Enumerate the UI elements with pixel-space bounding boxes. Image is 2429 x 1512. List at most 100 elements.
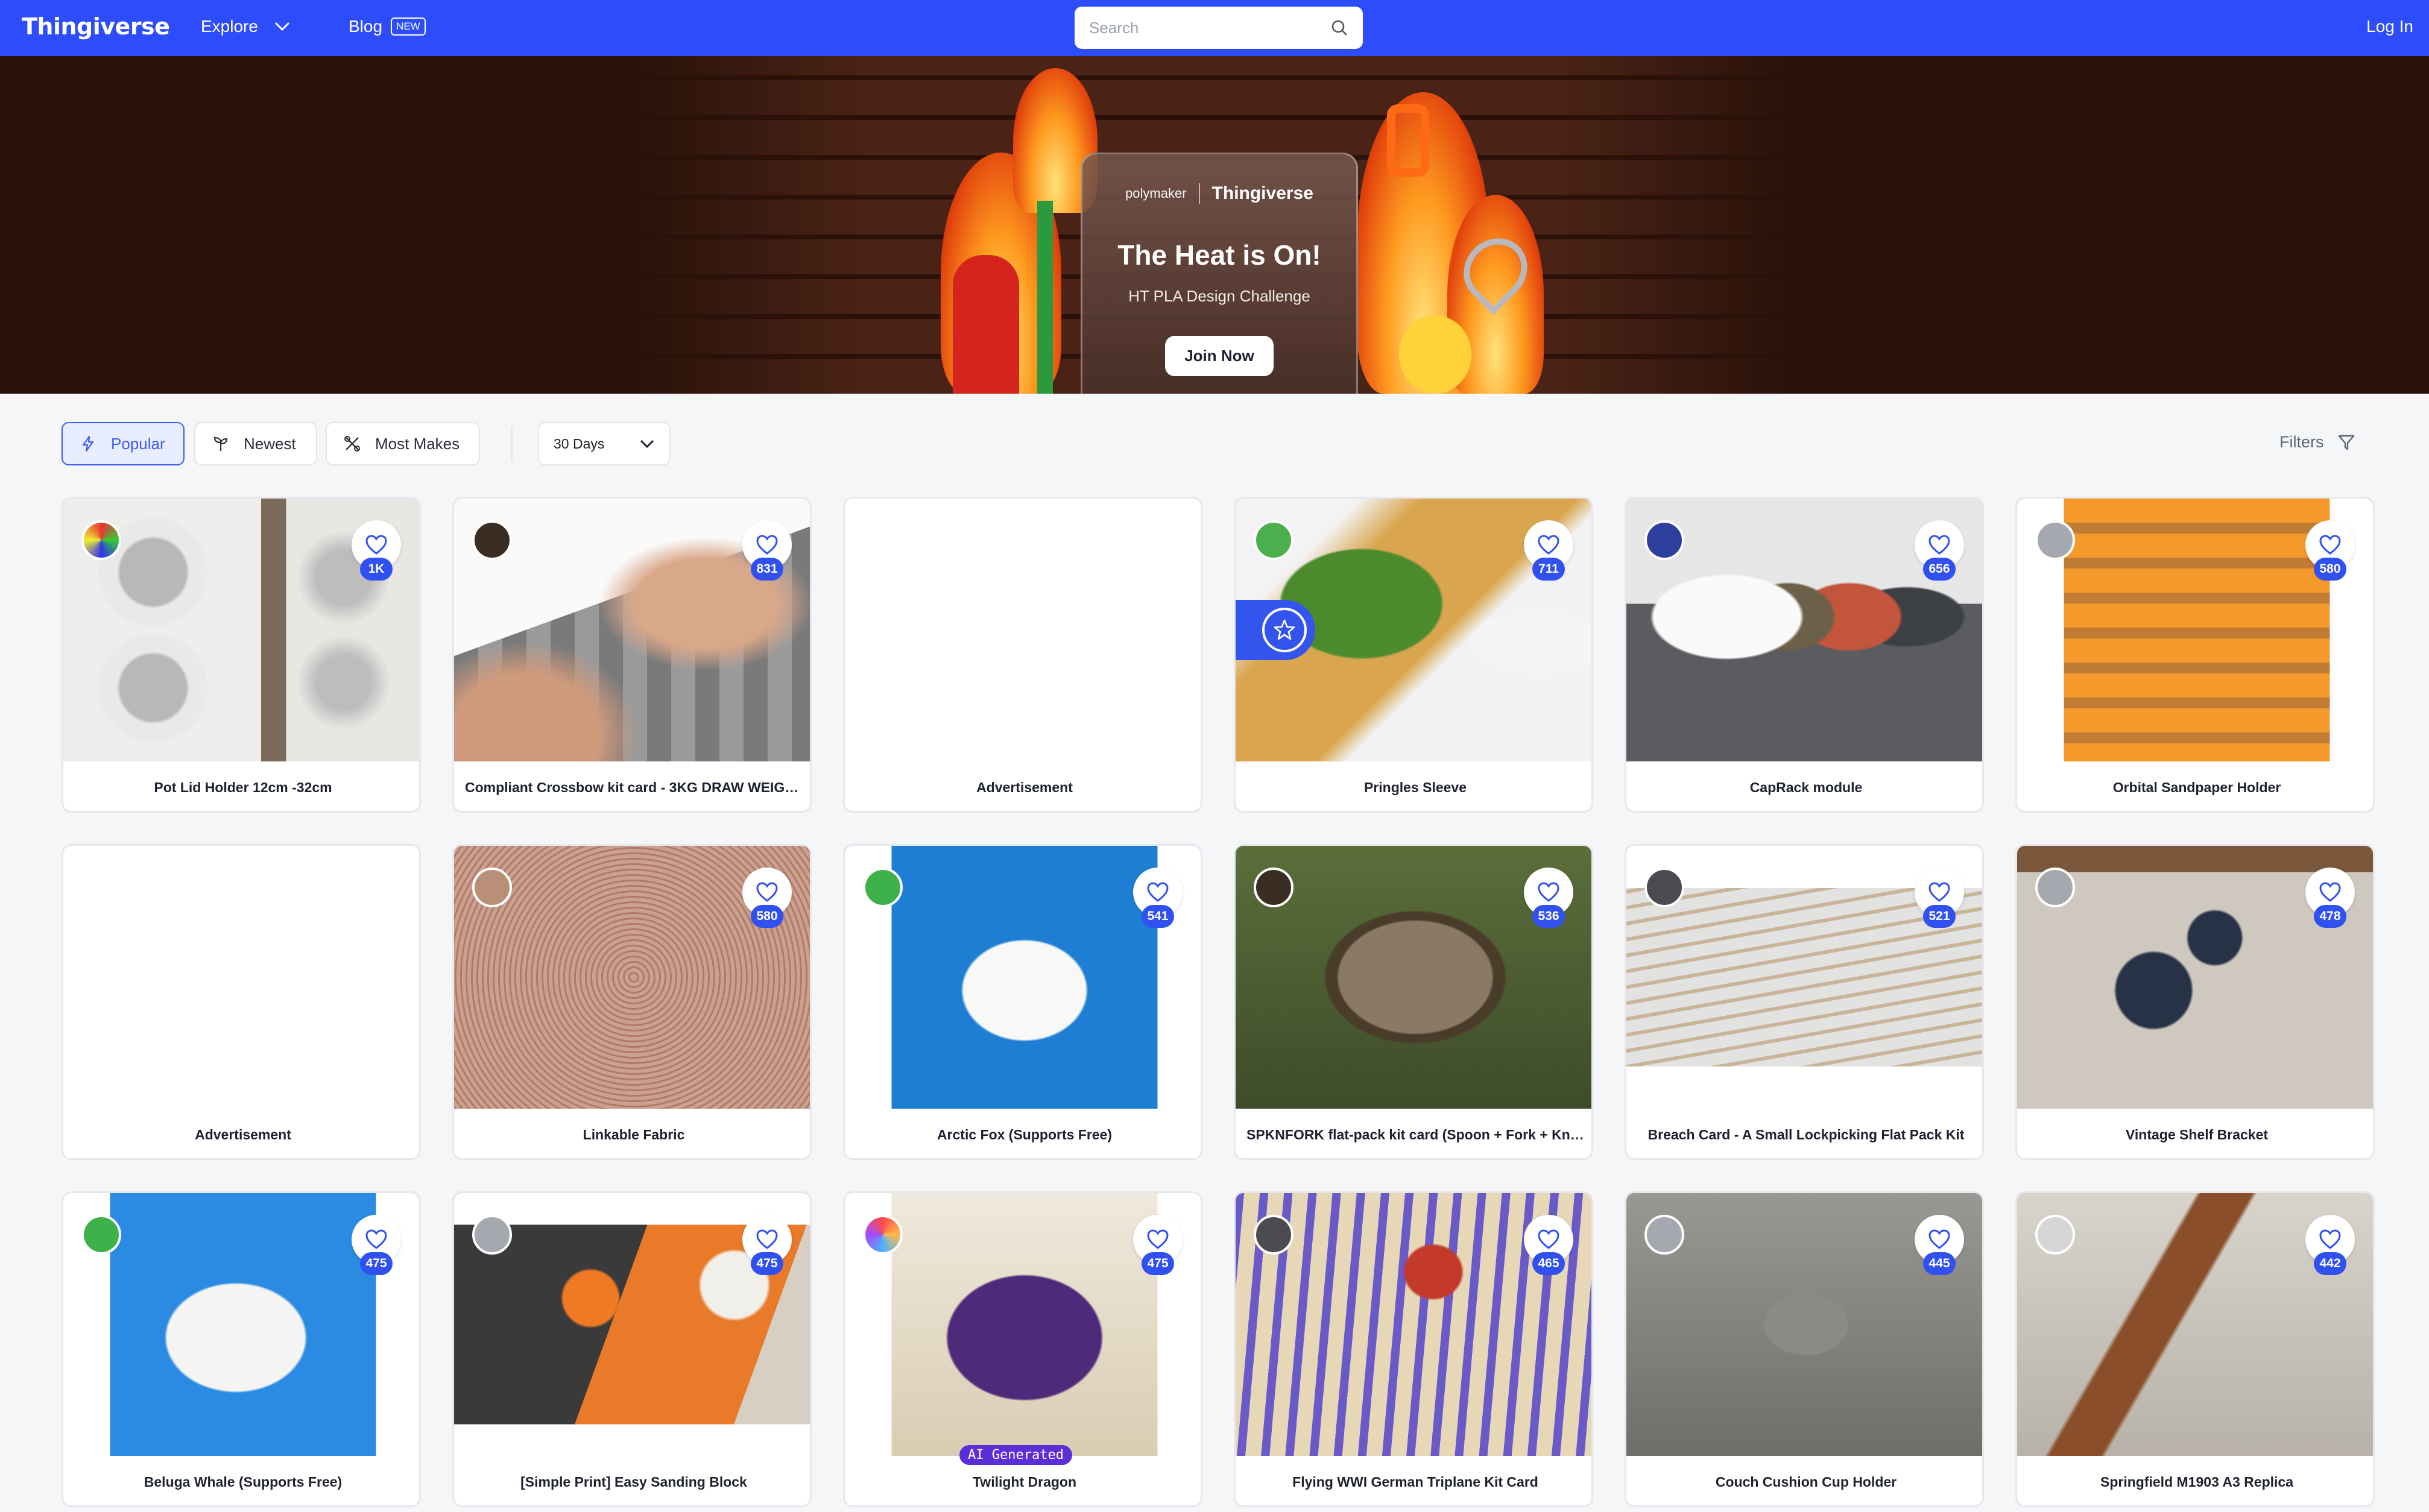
creator-avatar[interactable] [1644, 520, 1684, 560]
thing-card[interactable]: 711 Pringles Sleeve [1234, 497, 1593, 813]
thing-card[interactable]: 445 Couch Cushion Cup Holder [1625, 1191, 1984, 1507]
thing-card[interactable]: 442 Springfield M1903 A3 Replica [2015, 1191, 2375, 1507]
thing-title[interactable]: Twilight Dragon [845, 1474, 1201, 1490]
thing-card[interactable]: 536 SPKNFORK flat-pack kit card (Spoon + … [1234, 844, 1593, 1160]
search-input[interactable] [1089, 18, 1318, 37]
period-dropdown[interactable]: 30 Days [538, 422, 671, 465]
thingiverse-wordmark: Thingiverse [1198, 183, 1313, 204]
lightning-icon [82, 435, 94, 452]
like-count-badge: 580 [751, 905, 783, 928]
thing-title[interactable]: Couch Cushion Cup Holder [1626, 1474, 1982, 1490]
filters-label: Filters [2279, 433, 2324, 451]
explore-menu[interactable]: Explore [201, 17, 291, 36]
thing-card[interactable]: 465 Flying WWI German Triplane Kit Card [1234, 1191, 1593, 1507]
green-tool-decoration [1037, 201, 1053, 394]
thing-title[interactable]: Vintage Shelf Bracket [2017, 1127, 2373, 1143]
thing-card[interactable]: 475 AI Generated Twilight Dragon [843, 1191, 1202, 1507]
thing-card[interactable]: 1K Pot Lid Holder 12cm -32cm [62, 497, 421, 813]
creator-avatar[interactable] [2035, 868, 2075, 907]
search-box [1075, 7, 1363, 49]
advertisement-card[interactable]: Advertisement [843, 497, 1202, 813]
sort-filter-bar: Popular Newest Most Makes 30 Days Filter… [0, 422, 2429, 468]
thing-title[interactable]: Beluga Whale (Supports Free) [63, 1474, 419, 1490]
popsicle-decoration [953, 255, 1019, 394]
like-count-badge: 478 [2314, 905, 2346, 928]
thing-title[interactable]: Springfield M1903 A3 Replica [2017, 1474, 2373, 1490]
ai-generated-badge: AI Generated [959, 1445, 1072, 1465]
thing-title[interactable]: [Simple Print] Easy Sanding Block [454, 1474, 810, 1490]
like-count-badge: 831 [751, 558, 783, 581]
creator-avatar[interactable] [2035, 520, 2075, 560]
thing-title[interactable]: Pringles Sleeve [1236, 780, 1591, 796]
login-link[interactable]: Log In [2366, 17, 2413, 36]
like-count-badge: 442 [2314, 1252, 2346, 1275]
creator-avatar[interactable] [1644, 1215, 1684, 1255]
like-count-badge: 521 [1923, 905, 1956, 928]
creator-avatar[interactable] [472, 520, 512, 560]
sort-label: Popular [111, 434, 165, 453]
thing-card[interactable]: 656 CapRack module [1625, 497, 1984, 813]
creator-avatar[interactable] [1644, 868, 1684, 907]
advertisement-card[interactable]: Advertisement [62, 844, 421, 1160]
like-count-badge: 656 [1923, 558, 1956, 581]
thing-thumbnail[interactable] [63, 846, 419, 1109]
thing-title[interactable]: Linkable Fabric [454, 1127, 810, 1143]
thing-title[interactable]: Pot Lid Holder 12cm -32cm [63, 780, 419, 796]
funnel-icon [2338, 435, 2354, 450]
chevron-down-icon [640, 439, 654, 449]
challenge-card: polymaker Thingiverse The Heat is On! HT… [1081, 153, 1358, 394]
hero-subtitle: HT PLA Design Challenge [1128, 287, 1310, 305]
thing-card[interactable]: 475 Beluga Whale (Supports Free) [62, 1191, 421, 1507]
creator-avatar[interactable] [1254, 520, 1293, 560]
sort-popular-button[interactable]: Popular [62, 422, 185, 465]
sort-label: Most Makes [375, 434, 460, 453]
thing-title[interactable]: SPKNFORK flat-pack kit card (Spoon + For… [1236, 1127, 1591, 1143]
featured-flag [1236, 600, 1315, 660]
thing-card[interactable]: 521 Breach Card - A Small Lockpicking Fla… [1625, 844, 1984, 1160]
creator-avatar[interactable] [81, 1215, 121, 1255]
explore-label: Explore [201, 17, 258, 36]
creator-avatar[interactable] [1254, 1215, 1293, 1255]
like-count-badge: 475 [751, 1252, 783, 1275]
creator-avatar[interactable] [863, 1215, 903, 1255]
thingiverse-logo[interactable]: Thingiverse [22, 13, 170, 40]
blog-link[interactable]: Blog NEW [349, 17, 426, 36]
thing-card[interactable]: 541 Arctic Fox (Supports Free) [843, 844, 1202, 1160]
blog-label: Blog [349, 17, 383, 36]
thing-title[interactable]: Arctic Fox (Supports Free) [845, 1127, 1201, 1143]
filters-button[interactable]: Filters [2279, 433, 2355, 452]
thing-card[interactable]: 478 Vintage Shelf Bracket [2015, 844, 2375, 1160]
creator-avatar[interactable] [472, 1215, 512, 1255]
thing-card[interactable]: 475 [Simple Print] Easy Sanding Block [452, 1191, 812, 1507]
creator-avatar[interactable] [472, 868, 512, 907]
thing-title[interactable]: Compliant Crossbow kit card - 3KG DRAW W… [454, 780, 810, 796]
thing-title[interactable]: Advertisement [63, 1127, 419, 1143]
sort-newest-button[interactable]: Newest [194, 422, 317, 465]
thing-card[interactable]: 831 Compliant Crossbow kit card - 3KG DRA… [452, 497, 812, 813]
like-count-badge: 711 [1532, 558, 1565, 581]
creator-avatar[interactable] [81, 520, 121, 560]
orange-handle-decoration [1387, 104, 1429, 177]
sort-label: Newest [244, 434, 296, 453]
sort-most-makes-button[interactable]: Most Makes [326, 422, 480, 465]
thing-card[interactable]: 580 Orbital Sandpaper Holder [2015, 497, 2375, 813]
creator-avatar[interactable] [2035, 1215, 2075, 1255]
thing-title[interactable]: Flying WWI German Triplane Kit Card [1236, 1474, 1591, 1490]
join-now-button[interactable]: Join Now [1165, 336, 1274, 376]
thing-thumbnail[interactable] [845, 499, 1201, 761]
period-value: 30 Days [554, 435, 605, 452]
like-count-badge: 475 [360, 1252, 393, 1275]
creator-avatar[interactable] [863, 868, 903, 907]
thing-title[interactable]: Breach Card - A Small Lockpicking Flat P… [1626, 1127, 1982, 1143]
like-count-badge: 465 [1532, 1252, 1565, 1275]
like-count-badge: 445 [1923, 1252, 1956, 1275]
search-icon[interactable] [1330, 19, 1348, 37]
thing-title[interactable]: Orbital Sandpaper Holder [2017, 780, 2373, 796]
creator-avatar[interactable] [1254, 868, 1293, 907]
like-count-badge: 580 [2314, 558, 2346, 581]
new-badge: NEW [391, 17, 426, 36]
thing-title[interactable]: Advertisement [845, 780, 1201, 796]
thing-title[interactable]: CapRack module [1626, 780, 1982, 796]
thing-card[interactable]: 580 Linkable Fabric [452, 844, 812, 1160]
like-count-badge: 536 [1532, 905, 1565, 928]
